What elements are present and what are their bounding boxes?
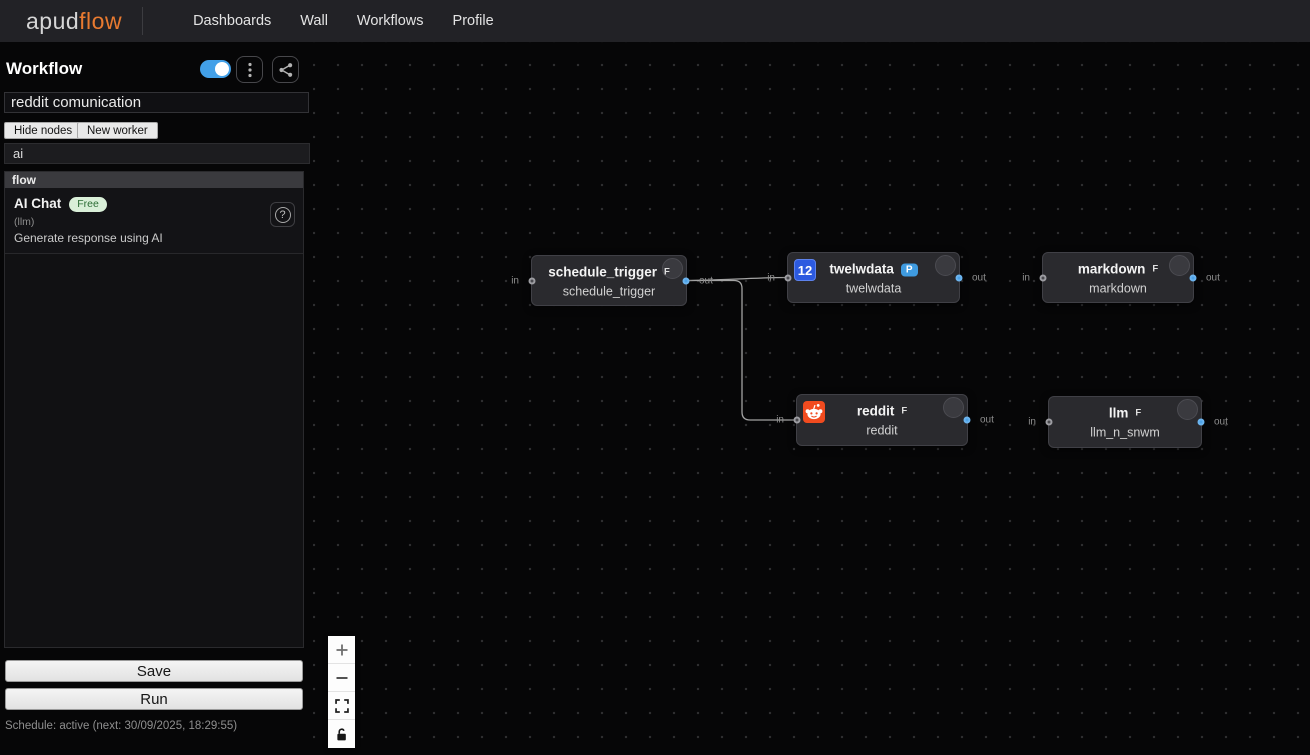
canvas-controls [328, 636, 355, 748]
more-options-button[interactable] [236, 56, 263, 83]
node-title: twelwdata [829, 261, 894, 276]
library-item-ai-chat[interactable]: AI Chat Free (llm) Generate response usin… [5, 188, 303, 254]
share-icon [277, 61, 295, 79]
minus-icon [335, 671, 349, 685]
nav-item-workflows[interactable]: Workflows [357, 13, 424, 29]
node-title-row: twelwdata P [788, 260, 959, 278]
unlock-icon [334, 727, 349, 742]
node-flag-badge: F [901, 406, 907, 417]
nav-item-profile[interactable]: Profile [453, 13, 494, 29]
node-title-row: markdown F [1043, 260, 1193, 278]
node-flag-badge: F [664, 266, 670, 277]
hide-nodes-button[interactable]: Hide nodes [4, 122, 82, 139]
new-worker-button[interactable]: New worker [77, 122, 158, 139]
port-in[interactable] [1046, 419, 1053, 426]
port-out[interactable] [964, 417, 971, 424]
node-flag-badge: F [1152, 263, 1158, 274]
app-logo[interactable]: apudflow [26, 8, 122, 35]
node-text: llm Fllm_n_snwm [1049, 405, 1201, 440]
port-out-label: out [972, 272, 986, 283]
question-mark-icon: ? [275, 207, 291, 223]
node-search-input[interactable] [4, 143, 310, 164]
zoom-out-button[interactable] [328, 664, 355, 692]
node-title: llm [1109, 406, 1129, 421]
node-title-row: reddit F [797, 403, 967, 421]
port-in-label: in [1028, 417, 1036, 428]
node-text: schedule_trigger Fschedule_trigger [532, 263, 686, 298]
node-text: reddit Freddit [797, 403, 967, 438]
run-button[interactable]: Run [5, 688, 303, 710]
node-title-row: schedule_trigger F [532, 263, 686, 281]
node-subtitle: llm_n_snwm [1049, 426, 1201, 440]
library-item-title-row: AI Chat Free [14, 195, 294, 213]
port-out-label: out [980, 415, 994, 426]
nav-item-wall[interactable]: Wall [300, 13, 328, 29]
logo-text-flow: flow [79, 8, 122, 34]
flow-node-llm[interactable]: llmFllm_n_snwminout [1048, 396, 1202, 448]
library-item-meta: (llm) [14, 216, 294, 228]
schedule-status: Schedule: active (next: 30/09/2025, 18:2… [5, 720, 237, 732]
kebab-icon [248, 62, 252, 78]
flow-node-schedule_trigger[interactable]: schedule_triggerFschedule_triggerinout [531, 255, 687, 306]
port-out[interactable] [683, 277, 690, 284]
toggle-knob [215, 62, 229, 76]
node-title: markdown [1078, 261, 1146, 276]
logo-text-apud: apud [26, 8, 79, 34]
fit-view-button[interactable] [328, 692, 355, 720]
sidebar-title: Workflow [6, 59, 82, 79]
library-item-description: Generate response using AI [14, 231, 294, 245]
flow-node-reddit[interactable]: redditFredditinout [796, 394, 968, 446]
node-title: reddit [857, 404, 895, 419]
edge-schedule_trigger-reddit[interactable] [687, 281, 796, 421]
port-in[interactable] [794, 417, 801, 424]
nav-item-dashboards[interactable]: Dashboards [193, 13, 271, 29]
flow-node-twelwdata[interactable]: 12twelwdataPtwelwdatainout [787, 252, 960, 303]
port-out[interactable] [1198, 419, 1205, 426]
node-library-panel: flow AI Chat Free (llm) Generate response… [4, 171, 304, 648]
port-in[interactable] [529, 277, 536, 284]
node-flag-badge: P [901, 263, 918, 276]
node-subtitle: schedule_trigger [532, 284, 686, 298]
library-item-title: AI Chat [14, 196, 61, 211]
workflow-active-toggle[interactable] [200, 60, 231, 78]
port-in-label: in [1022, 272, 1030, 283]
node-flag-badge: F [1135, 408, 1141, 419]
fit-view-icon [335, 699, 349, 713]
node-title: schedule_trigger [548, 264, 657, 279]
top-navbar: apudflow Dashboards Wall Workflows Profile [0, 0, 1310, 42]
port-out-label: out [699, 275, 713, 286]
port-out[interactable] [1190, 274, 1197, 281]
plus-icon [335, 643, 349, 657]
port-in-label: in [776, 415, 784, 426]
port-out-label: out [1214, 417, 1228, 428]
flow-canvas[interactable]: schedule_triggerFschedule_triggerinout12… [313, 42, 1310, 755]
port-out-label: out [1206, 272, 1220, 283]
flow-node-markdown[interactable]: markdownFmarkdowninout [1042, 252, 1194, 303]
port-in[interactable] [1040, 274, 1047, 281]
port-in-label: in [767, 272, 775, 283]
zoom-in-button[interactable] [328, 636, 355, 664]
workflow-sidebar: Workflow Hide nodes New worker flow AI C… [0, 42, 313, 755]
help-button[interactable]: ? [270, 202, 295, 227]
nav-items: Dashboards Wall Workflows Profile [193, 13, 494, 29]
port-in-label: in [511, 275, 519, 286]
save-button[interactable]: Save [5, 660, 303, 682]
node-subtitle: reddit [797, 424, 967, 438]
node-subtitle: twelwdata [788, 281, 959, 295]
share-button[interactable] [272, 56, 299, 83]
node-title-row: llm F [1049, 405, 1201, 423]
port-out[interactable] [956, 274, 963, 281]
node-text: markdown Fmarkdown [1043, 260, 1193, 295]
workflow-name-input[interactable] [4, 92, 309, 113]
navbar-divider [142, 7, 143, 35]
port-in[interactable] [785, 274, 792, 281]
lock-button[interactable] [328, 720, 355, 748]
node-text: twelwdata Ptwelwdata [788, 260, 959, 295]
free-badge: Free [69, 197, 107, 212]
section-header-flow: flow [5, 172, 303, 188]
node-subtitle: markdown [1043, 281, 1193, 295]
